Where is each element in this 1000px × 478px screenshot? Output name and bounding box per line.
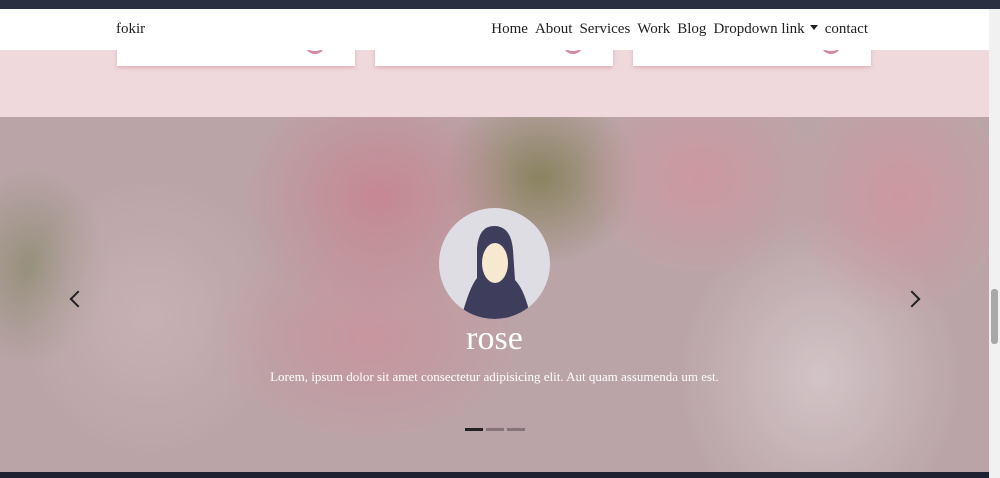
nav-services[interactable]: Services	[579, 21, 630, 38]
browser-bar	[0, 0, 1000, 9]
nav-home[interactable]: Home	[491, 21, 528, 38]
nav-blog[interactable]: Blog	[677, 21, 706, 38]
avatar	[439, 208, 550, 319]
scrollbar[interactable]	[989, 9, 1000, 478]
slide-description: Lorem, ipsum dolor sit amet consectetur …	[270, 369, 719, 384]
nav-work[interactable]: Work	[637, 21, 670, 38]
carousel-indicator[interactable]	[507, 428, 525, 431]
nav-dropdown-label: Dropdown link	[713, 21, 805, 37]
nav-contact[interactable]: contact	[825, 21, 868, 38]
navbar: fokir Home About Services Work Blog Drop…	[0, 9, 989, 50]
nav-about[interactable]: About	[535, 21, 573, 38]
taskbar	[0, 472, 989, 478]
scrollbar-thumb[interactable]	[991, 289, 998, 344]
testimonial-carousel: rose Lorem, ipsum dolor sit amet consect…	[0, 117, 989, 472]
slide-title: rose	[466, 320, 523, 357]
nav-menu: Home About Services Work Blog Dropdown l…	[491, 21, 868, 38]
carousel-indicator[interactable]	[486, 428, 504, 431]
caret-down-icon	[809, 25, 818, 30]
nav-dropdown[interactable]: Dropdown link	[713, 21, 818, 38]
brand-logo[interactable]: fokir	[116, 21, 145, 38]
carousel-indicator[interactable]	[465, 428, 483, 431]
hijab-avatar-icon	[461, 226, 531, 319]
